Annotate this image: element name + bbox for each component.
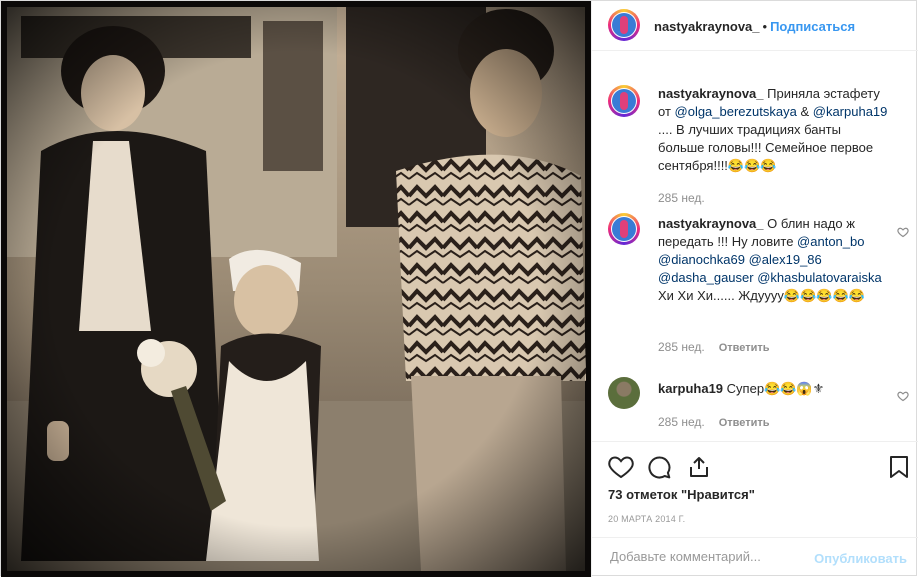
comment-avatar[interactable] — [608, 377, 640, 409]
likes-count[interactable]: 73 отметок "Нравится" — [608, 487, 755, 502]
comment-text: nastyakraynova_ Приняла эстафету от @olg… — [658, 85, 890, 175]
mention-link[interactable]: @anton_bo — [797, 234, 864, 249]
comment-username[interactable]: karpuha19 — [658, 381, 723, 396]
comment-meta: 285 нед. — [658, 191, 705, 205]
reply-button[interactable]: Ответить — [719, 342, 770, 354]
mention-link[interactable]: @olga_berezutskaya — [675, 104, 797, 119]
mention-link[interactable]: @khasbulatovaraiska — [757, 270, 881, 285]
comment-meta: 285 нед. Ответить — [658, 340, 770, 354]
publish-button[interactable]: Опубликовать — [814, 551, 907, 566]
comment-avatar[interactable] — [608, 213, 640, 245]
heart-icon[interactable] — [608, 455, 634, 484]
post-header: nastyakraynova_ • Подписаться — [592, 1, 918, 51]
comment-username[interactable]: nastyakraynova_ — [658, 86, 764, 101]
comment-time[interactable]: 285 нед. — [658, 415, 705, 429]
comment-body: .... В лучших традициях банты больше гол… — [658, 122, 874, 173]
post-date[interactable]: 20 МАРТА 2014 Г. — [608, 514, 685, 524]
comment-body: ууу😂😂😂😂😂 — [764, 288, 865, 303]
mention-link[interactable]: @dianochka69 — [658, 252, 745, 267]
comment-body: & — [796, 104, 813, 119]
post-actions: 73 отметок "Нравится" 20 МАРТА 2014 Г. О… — [592, 441, 918, 578]
bookmark-icon[interactable] — [889, 455, 909, 484]
comment-text: nastyakraynova_ О блин надо ж передать !… — [658, 215, 890, 305]
add-comment-bar: Опубликовать — [592, 537, 918, 579]
small-heart-icon[interactable] — [897, 225, 909, 243]
mention-link[interactable]: @dasha_gauser — [658, 270, 754, 285]
author-username[interactable]: nastyakraynova_ — [654, 19, 760, 34]
comments-list[interactable]: nastyakraynova_ Приняла эстафету от @olg… — [592, 71, 918, 441]
post-photo[interactable] — [1, 1, 591, 577]
comment-input[interactable] — [608, 548, 812, 565]
post-modal: nastyakraynova_ • Подписаться nastyakrayno… — [0, 0, 918, 577]
post-sidebar: nastyakraynova_ • Подписаться nastyakrayno… — [591, 1, 918, 577]
small-heart-icon[interactable] — [897, 389, 909, 407]
comment-time[interactable]: 285 нед. — [658, 191, 705, 205]
mention-link[interactable]: @karpuha19 — [813, 104, 888, 119]
mention-link[interactable]: @alex19_86 — [749, 252, 822, 267]
separator-dot: • — [762, 19, 768, 34]
comment-time[interactable]: 285 нед. — [658, 340, 705, 354]
comment-meta: 285 нед. Ответить — [658, 415, 770, 429]
family-photo-image — [7, 7, 586, 571]
comment-body: Супер😂😂😱⚜ — [723, 381, 825, 396]
reply-button[interactable]: Ответить — [719, 417, 770, 429]
share-icon[interactable] — [687, 455, 711, 484]
follow-button[interactable]: Подписаться — [770, 19, 855, 34]
author-line: nastyakraynova_ • Подписаться — [654, 18, 855, 36]
comment-avatar[interactable] — [608, 85, 640, 117]
comment-username[interactable]: nastyakraynova_ — [658, 216, 764, 231]
comment-text: karpuha19 Супер😂😂😱⚜ — [658, 380, 890, 398]
comment-body: Хи Хи Хи...... Жду — [658, 288, 765, 303]
comment-icon[interactable] — [647, 455, 672, 485]
author-avatar[interactable] — [608, 9, 640, 41]
